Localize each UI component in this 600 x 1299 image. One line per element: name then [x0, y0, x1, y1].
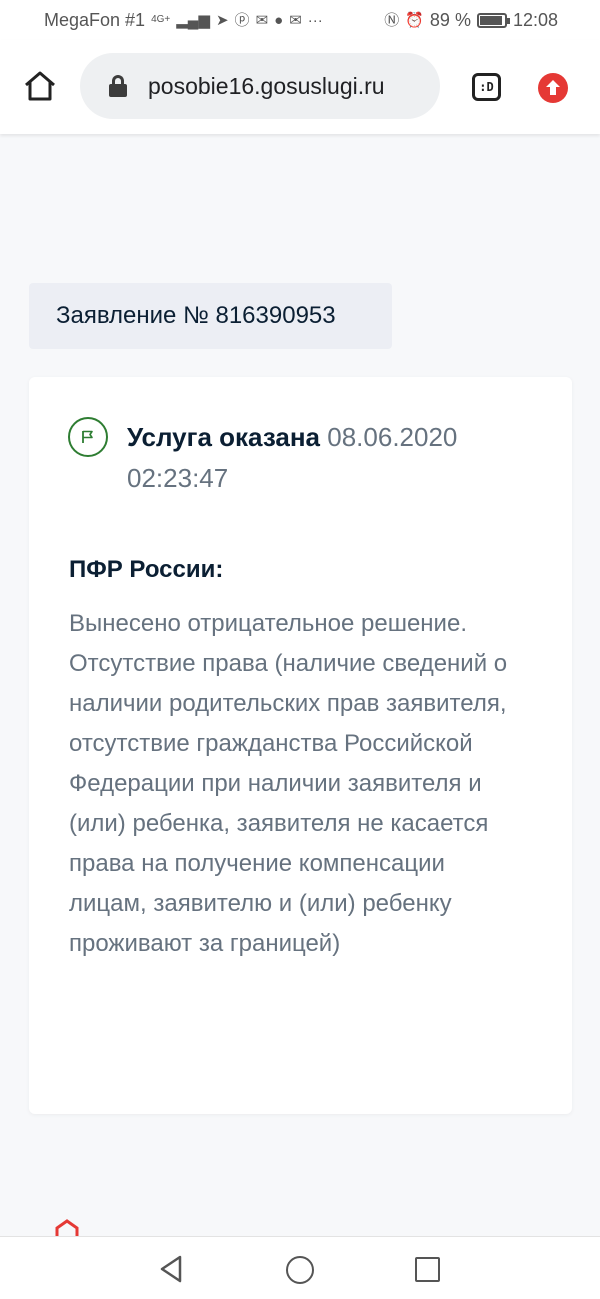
- signal-icon: ▂▄▆: [176, 11, 210, 29]
- battery-percent: 89 %: [429, 9, 471, 30]
- mail-icon-2: ✉: [289, 11, 302, 29]
- back-icon[interactable]: [158, 1254, 184, 1289]
- system-nav-bar: [0, 1236, 600, 1299]
- bulb-icon: ●: [274, 11, 284, 29]
- alarm-icon: ⏰: [405, 11, 424, 29]
- mail-icon: ✉: [255, 11, 269, 29]
- battery-icon: [476, 12, 510, 28]
- telegram-icon: ➤: [215, 11, 229, 29]
- flag-icon: [68, 417, 108, 457]
- url-bar[interactable]: posobie16.gosuslugi.ru: [80, 53, 440, 119]
- recents-icon[interactable]: [415, 1257, 440, 1282]
- network-label: 4G+: [151, 14, 171, 25]
- status-right: Ⓝ ⏰ 89 % 12:08: [384, 10, 558, 31]
- decision-text: Вынесено отрицательное решение. Отсутств…: [69, 610, 508, 957]
- org-title: ПФР России:: [69, 556, 224, 583]
- status-line: Услуга оказана 08.06.2020 02:23:47: [127, 417, 537, 499]
- lock-icon: [108, 75, 128, 97]
- status-title: Услуга оказана: [127, 422, 321, 452]
- url-text: posobie16.gosuslugi.ru: [148, 72, 385, 99]
- status-bar: MegaFon #1 4G+ ▂▄▆ ➤ ⓟ ✉ ● ✉ ··· Ⓝ ⏰ 89 …: [0, 0, 600, 40]
- upload-icon[interactable]: [538, 73, 568, 103]
- browser-toolbar: posobie16.gosuslugi.ru :D: [0, 40, 600, 134]
- application-number: Заявление № 816390953: [29, 283, 392, 349]
- status-left: MegaFon #1 4G+ ▂▄▆ ➤ ⓟ ✉ ● ✉ ···: [44, 10, 323, 31]
- home-circle-icon[interactable]: [286, 1256, 314, 1284]
- pinterest-icon: ⓟ: [234, 11, 250, 29]
- home-icon[interactable]: [22, 68, 58, 104]
- carrier-label: MegaFon #1: [44, 9, 146, 30]
- status-card: Услуга оказана 08.06.2020 02:23:47 ПФР Р…: [29, 377, 572, 1114]
- more-icon: ···: [307, 11, 323, 29]
- nfc-icon: Ⓝ: [384, 11, 400, 29]
- clock: 12:08: [512, 9, 558, 30]
- tab-switcher-button[interactable]: :D: [472, 73, 501, 101]
- partial-red-icon: [52, 1218, 82, 1238]
